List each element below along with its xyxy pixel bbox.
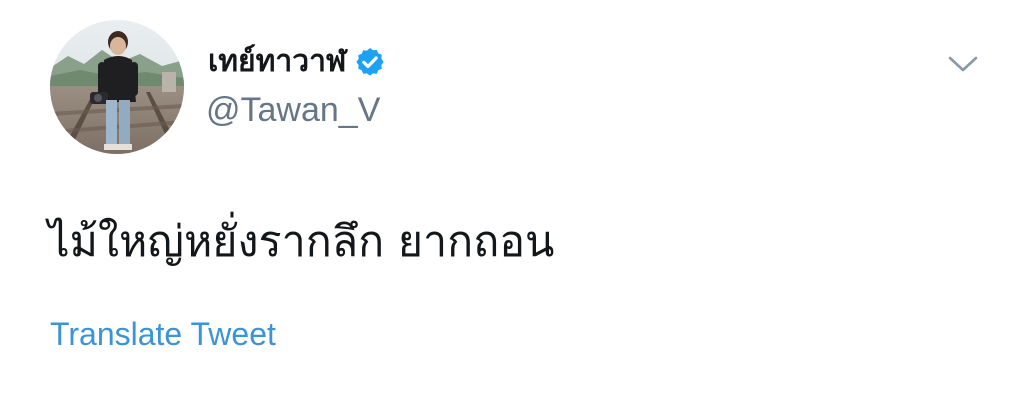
tweet-card: เทย์ทาวาฬ @Tawan_V ไม้ใหญ่หยั่งรากลึก ยา… — [0, 0, 1024, 419]
author-display-name[interactable]: เทย์ทาวาฬ — [208, 40, 346, 84]
author-handle[interactable]: @Tawan_V — [206, 88, 380, 132]
translate-tweet-link[interactable]: Translate Tweet — [50, 312, 276, 356]
author-avatar[interactable] — [50, 20, 184, 154]
avatar-photo — [50, 20, 184, 154]
chevron-down-icon[interactable] — [944, 48, 982, 78]
author-name-row[interactable]: เทย์ทาวาฬ — [208, 40, 386, 84]
verified-badge-icon — [354, 46, 386, 78]
tweet-text: ไม้ใหญ่หยั่งรากลึก ยากถอน — [48, 217, 555, 267]
